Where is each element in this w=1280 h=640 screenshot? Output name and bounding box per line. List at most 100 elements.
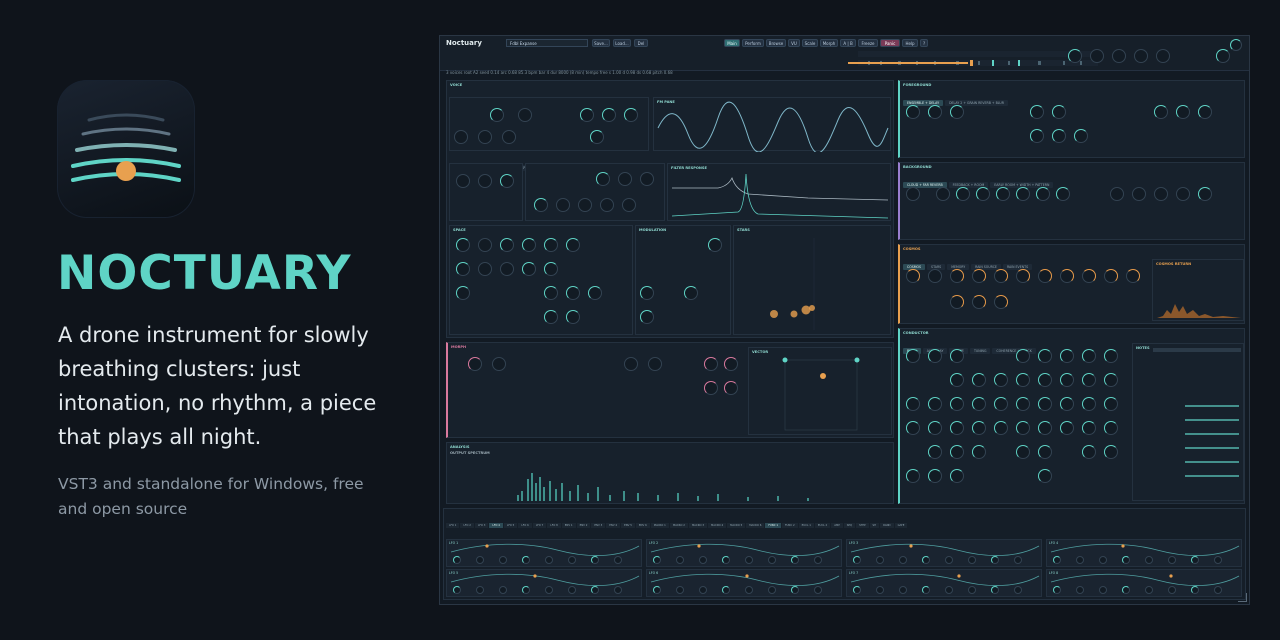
space-knob-2[interactable]	[478, 238, 492, 252]
mod-tab-1[interactable]: LFO 1	[446, 523, 460, 528]
view-morph-button[interactable]: Morph	[820, 39, 838, 47]
far-reverb-knob-12[interactable]	[1198, 187, 1212, 201]
mod-tab-6[interactable]: LFO 6	[518, 523, 532, 528]
source-knob-3[interactable]	[580, 108, 594, 122]
macro-knob-1[interactable]	[624, 357, 638, 371]
lfo-param-knob[interactable]	[968, 586, 976, 594]
mod-tab-13[interactable]: ENV 5	[621, 523, 635, 528]
mod-knob-2[interactable]	[640, 286, 654, 300]
brain-knob-30[interactable]	[972, 421, 986, 435]
lfo-param-knob[interactable]	[499, 586, 507, 594]
mod-tab-8[interactable]: LFO 8	[547, 523, 561, 528]
save-button[interactable]: Save...	[592, 39, 610, 47]
lfo-param-knob[interactable]	[1214, 556, 1222, 564]
cosmos-knob-10[interactable]	[1104, 269, 1118, 283]
brain-knob-32[interactable]	[1016, 421, 1030, 435]
brain-knob-23[interactable]	[1038, 397, 1052, 411]
lfo-param-knob[interactable]	[853, 586, 861, 594]
brain-knob-43[interactable]	[1104, 445, 1118, 459]
brain-knob-1[interactable]	[906, 349, 920, 363]
lfo-param-knob[interactable]	[568, 586, 576, 594]
load-button[interactable]: Load...	[613, 39, 631, 47]
vector-knob-1[interactable]	[704, 357, 718, 371]
mod-tab-26[interactable]: SEQ	[843, 523, 856, 528]
source-knob-5[interactable]	[624, 108, 638, 122]
tab-tuning[interactable]: TUNING	[969, 348, 991, 354]
lfo-param-knob[interactable]	[853, 556, 861, 564]
cosmos-knob-4[interactable]	[972, 269, 986, 283]
mod-tab-17[interactable]: MACRO 3	[688, 523, 708, 528]
brain-knob-29[interactable]	[950, 421, 964, 435]
lfo-param-knob[interactable]	[768, 556, 776, 564]
tab-rain-events[interactable]: RAIN EVENTS	[1002, 264, 1033, 270]
brain-knob-3[interactable]	[950, 349, 964, 363]
space-knob-13[interactable]	[544, 286, 558, 300]
far-reverb-knob-2[interactable]	[956, 187, 970, 201]
mod-tab-10[interactable]: ENV 2	[576, 523, 591, 528]
cosmos-knob-5[interactable]	[994, 269, 1008, 283]
space-knob-5[interactable]	[544, 238, 558, 252]
about-button[interactable]: ?	[920, 39, 928, 47]
lfo-param-knob[interactable]	[876, 556, 884, 564]
lfo-param-knob[interactable]	[876, 586, 884, 594]
lfo-param-knob[interactable]	[614, 556, 622, 564]
lfo-param-knob[interactable]	[522, 556, 530, 564]
far-reverb-knob-4[interactable]	[996, 187, 1010, 201]
far-reverb-knob-5[interactable]	[1016, 187, 1030, 201]
lfo-param-knob[interactable]	[791, 556, 799, 564]
panic-button[interactable]: Panic	[880, 39, 900, 47]
view-scale-button[interactable]: Scale	[802, 39, 818, 47]
space-knob-6[interactable]	[566, 238, 580, 252]
master-knob-2[interactable]	[1090, 49, 1104, 63]
mod-tab-20[interactable]: MACRO 6	[746, 523, 765, 528]
vector-knob-2[interactable]	[724, 357, 738, 371]
mod-tab-22[interactable]: FUNC 2	[782, 523, 798, 528]
lfo-param-knob[interactable]	[1214, 586, 1222, 594]
mod-tab-19[interactable]: MACRO 5	[727, 523, 746, 528]
lfo-param-knob[interactable]	[945, 586, 953, 594]
freeze-button[interactable]: Freeze	[858, 39, 878, 47]
far-reverb-knob-3[interactable]	[976, 187, 990, 201]
cosmos-knob-6[interactable]	[1016, 269, 1030, 283]
lfo-param-knob[interactable]	[499, 556, 507, 564]
filter-knob-7[interactable]	[600, 198, 614, 212]
space-knob-8[interactable]	[478, 262, 492, 276]
air-knob-1[interactable]	[456, 174, 470, 188]
mod-tab-4[interactable]: LFO 4	[489, 523, 503, 528]
far-reverb-knob-8[interactable]	[1110, 187, 1124, 201]
source-knob-4[interactable]	[602, 108, 616, 122]
view-browse-button[interactable]: Browse	[766, 39, 786, 47]
lfo-param-knob[interactable]	[1014, 586, 1022, 594]
lfo-param-knob[interactable]	[1122, 586, 1130, 594]
brain-knob-28[interactable]	[928, 421, 942, 435]
mod-tab-3[interactable]: LFO 3	[474, 523, 489, 528]
view-vu-button[interactable]: VU	[788, 39, 800, 47]
brain-knob-19[interactable]	[950, 397, 964, 411]
lfo-param-knob[interactable]	[922, 556, 930, 564]
lfo-param-knob[interactable]	[945, 556, 953, 564]
brain-knob-34[interactable]	[1060, 421, 1074, 435]
cosmos-knob-7[interactable]	[1038, 269, 1052, 283]
lfo-param-knob[interactable]	[968, 556, 976, 564]
macro-knob-2[interactable]	[648, 357, 662, 371]
mod-tab-28[interactable]: SH	[869, 523, 880, 528]
lfo-param-knob[interactable]	[899, 586, 907, 594]
brain-knob-22[interactable]	[1016, 397, 1030, 411]
lfo-param-knob[interactable]	[653, 586, 661, 594]
lfo-param-knob[interactable]	[1076, 556, 1084, 564]
lfo-param-knob[interactable]	[745, 586, 753, 594]
filter-resonance-knob[interactable]	[618, 172, 632, 186]
lfo-param-knob[interactable]	[814, 586, 822, 594]
brain-knob-10[interactable]	[972, 373, 986, 387]
lfo-param-knob[interactable]	[453, 556, 461, 564]
brain-knob-42[interactable]	[1082, 445, 1096, 459]
mod-tab-27[interactable]: STEP	[856, 523, 869, 528]
brain-knob-26[interactable]	[1104, 397, 1118, 411]
lfo-param-knob[interactable]	[676, 586, 684, 594]
master-volume-knob[interactable]	[1216, 49, 1230, 63]
mod-tab-9[interactable]: ENV 1	[561, 523, 576, 528]
delay-knob-6[interactable]	[1030, 129, 1044, 143]
filter-knob-4[interactable]	[534, 198, 548, 212]
air-knob-2[interactable]	[478, 174, 492, 188]
far-reverb-knob-10[interactable]	[1154, 187, 1168, 201]
